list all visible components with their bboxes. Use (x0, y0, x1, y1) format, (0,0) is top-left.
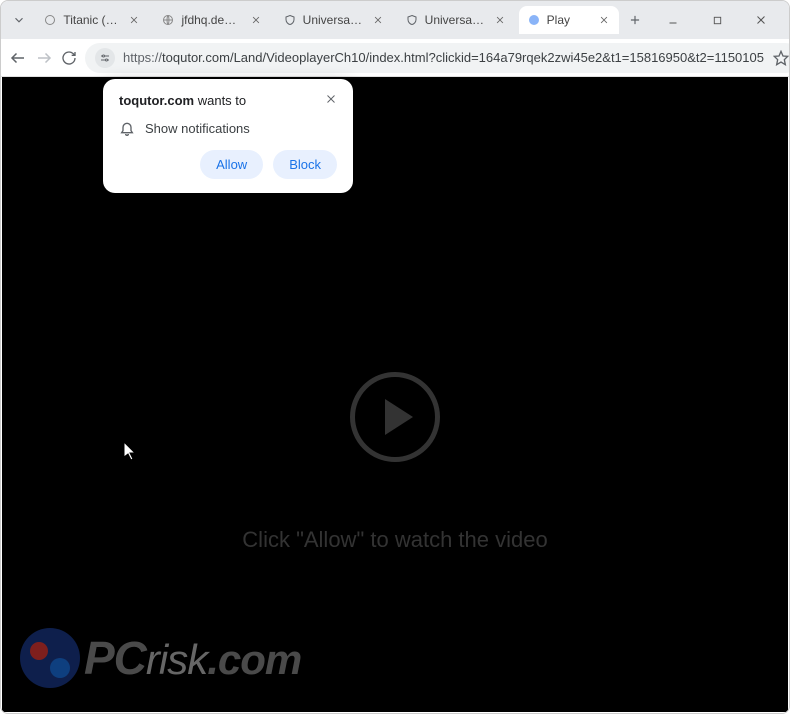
shield-icon (406, 14, 418, 26)
tab-play[interactable]: Play (519, 6, 619, 34)
globe-icon (162, 14, 174, 26)
tab-title: Play (547, 13, 591, 27)
tab-close-button[interactable] (493, 13, 507, 27)
tab-jfdhq[interactable]: jfdhq.denaliv... (153, 6, 270, 34)
tab-close-button[interactable] (249, 13, 263, 27)
tab-close-button[interactable] (371, 13, 385, 27)
plus-icon (628, 13, 642, 27)
play-button[interactable] (350, 372, 440, 462)
forward-button[interactable] (35, 44, 53, 72)
notification-permission-label: Show notifications (145, 121, 250, 136)
minimize-button[interactable] (651, 5, 695, 35)
block-button[interactable]: Block (273, 150, 337, 179)
tab-titanic[interactable]: Titanic (1997) (35, 6, 149, 34)
reload-icon (61, 50, 77, 66)
close-icon (325, 93, 337, 105)
address-bar[interactable]: https://toqutor.com/Land/VideoplayerCh10… (85, 43, 790, 73)
minimize-icon (667, 14, 679, 26)
prompt-text: Click "Allow" to watch the video (242, 527, 547, 553)
watermark-text: PCrisk.com (84, 631, 301, 685)
tab-title: Universal Ad B (303, 13, 365, 27)
star-icon (773, 50, 789, 66)
reload-button[interactable] (61, 44, 77, 72)
new-tab-button[interactable] (623, 6, 647, 34)
search-tabs-button[interactable] (7, 6, 31, 34)
chevron-down-icon (12, 13, 26, 27)
arrow-right-icon (35, 49, 53, 67)
tab-close-button[interactable] (597, 13, 611, 27)
allow-button[interactable]: Allow (200, 150, 263, 179)
favicon-icon (43, 13, 57, 27)
close-icon (251, 15, 261, 25)
favicon-icon (527, 13, 541, 27)
watermark-logo-icon (20, 628, 80, 688)
watermark: PCrisk.com (20, 628, 301, 688)
bell-icon (119, 120, 135, 136)
favicon-icon (405, 13, 419, 27)
tab-title: Universal Ad B (425, 13, 487, 27)
maximize-button[interactable] (695, 5, 739, 35)
close-icon (755, 14, 767, 26)
bookmark-button[interactable] (772, 49, 790, 67)
maximize-icon (712, 15, 723, 26)
shield-icon (284, 14, 296, 26)
notification-permission-row: Show notifications (119, 120, 337, 136)
notification-close-button[interactable] (325, 93, 337, 108)
toolbar: https://toqutor.com/Land/VideoplayerCh10… (1, 39, 789, 77)
url-text: https://toqutor.com/Land/VideoplayerCh10… (123, 50, 764, 65)
close-icon (129, 15, 139, 25)
site-info-button[interactable] (95, 48, 115, 68)
back-button[interactable] (9, 44, 27, 72)
tab-universal-2[interactable]: Universal Ad B (397, 6, 515, 34)
play-icon (385, 399, 413, 435)
notification-actions: Allow Block (119, 150, 337, 179)
play-favicon-icon (528, 14, 540, 26)
mouse-cursor-icon (124, 442, 138, 467)
tune-icon (99, 52, 111, 64)
arrow-left-icon (9, 49, 27, 67)
tab-strip: Titanic (1997) jfdhq.denaliv... Universa… (1, 1, 789, 39)
tab-title: Titanic (1997) (63, 13, 121, 27)
window-controls (651, 5, 783, 35)
notification-title: toqutor.com wants to (119, 93, 246, 108)
favicon-icon (283, 13, 297, 27)
globe-icon (44, 14, 56, 26)
close-icon (373, 15, 383, 25)
notification-header: toqutor.com wants to (119, 93, 337, 108)
close-window-button[interactable] (739, 5, 783, 35)
browser-window: Titanic (1997) jfdhq.denaliv... Universa… (0, 0, 790, 714)
notification-dialog: toqutor.com wants to Show notifications … (103, 79, 353, 193)
close-icon (495, 15, 505, 25)
close-icon (599, 15, 609, 25)
favicon-icon (161, 13, 175, 27)
tab-title: jfdhq.denaliv... (181, 13, 242, 27)
tab-universal-1[interactable]: Universal Ad B (275, 6, 393, 34)
tab-close-button[interactable] (127, 13, 141, 27)
